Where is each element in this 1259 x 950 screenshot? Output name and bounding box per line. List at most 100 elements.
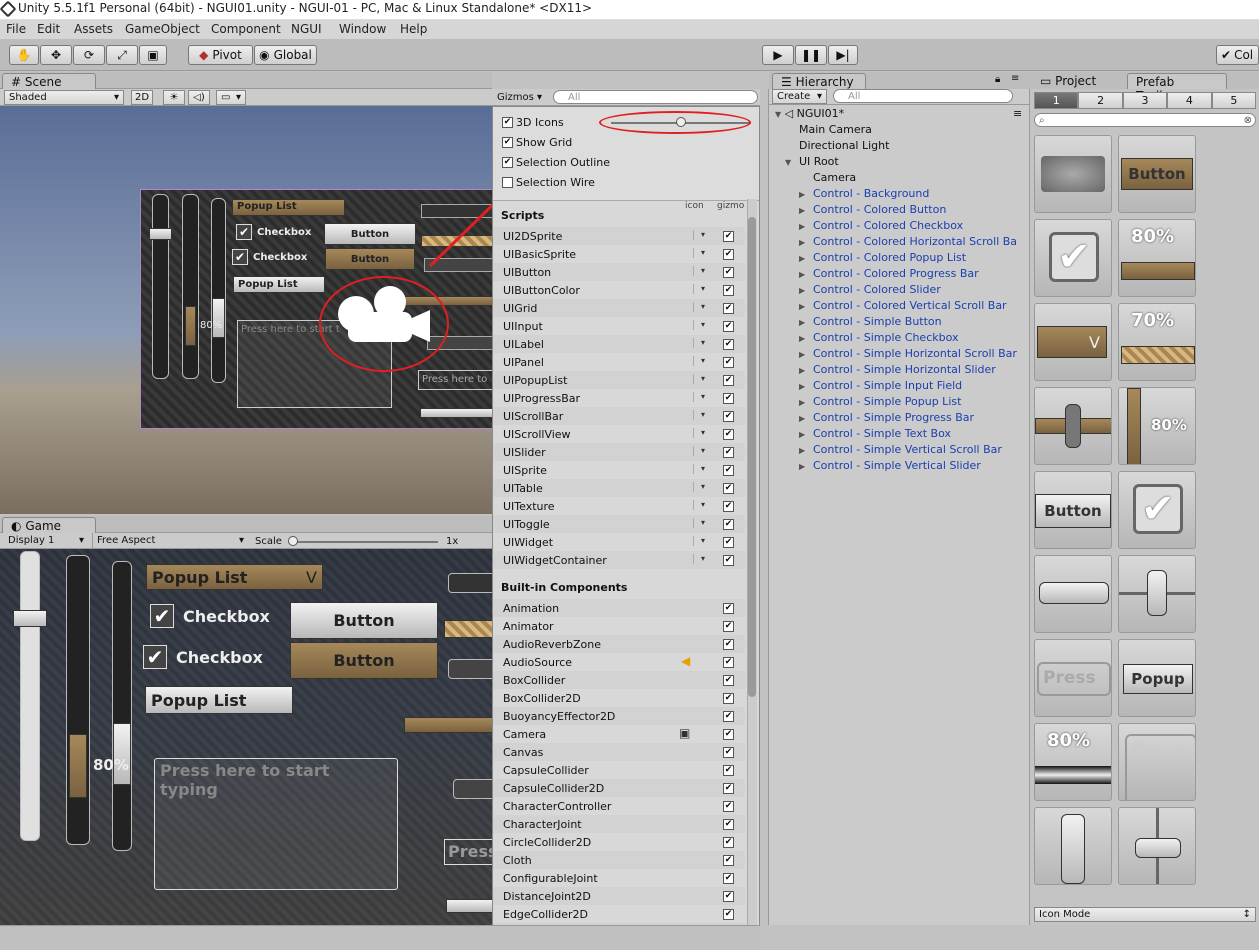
gizmo-builtin-row[interactable]: CircleCollider2D ✔ xyxy=(493,833,745,851)
icon-dropdown-arrow-icon[interactable]: ▾ xyxy=(701,392,705,401)
scene-slider-2-thumb[interactable] xyxy=(212,298,225,338)
scene-slider-1-thumb[interactable] xyxy=(149,228,172,240)
gizmo-checkbox[interactable]: ✔ xyxy=(723,465,734,476)
gizmo-builtin-row[interactable]: CapsuleCollider ✔ xyxy=(493,761,745,779)
scene-root-row[interactable]: ▼ ◁ NGUI01* ≡ xyxy=(775,107,1025,123)
icon-picker[interactable] xyxy=(693,428,701,438)
gizmo-script-row[interactable]: UIPanel ▾ ✔ xyxy=(493,353,745,371)
scene-button-1[interactable]: Button xyxy=(324,223,416,245)
expand-down-icon[interactable]: ▼ xyxy=(785,158,799,167)
checkbox-icon[interactable]: ✔ xyxy=(502,117,513,128)
gizmo-checkbox[interactable]: ✔ xyxy=(723,357,734,368)
checkbox-icon[interactable]: ✔ xyxy=(502,137,513,148)
tab-game[interactable]: ◐ Game xyxy=(2,517,96,533)
gizmo-builtin-row[interactable]: BoxCollider2D ✔ xyxy=(493,689,745,707)
expand-right-icon[interactable]: ▶ xyxy=(799,318,813,327)
rotate-tool-button[interactable]: ⟳ xyxy=(73,45,105,65)
prefab-tile[interactable]: Press xyxy=(1034,639,1112,717)
gizmo-builtin-row[interactable]: EdgeCollider2D ✔ xyxy=(493,905,745,923)
hierarchy-item[interactable]: ▶ Control - Colored Vertical Scroll Bar xyxy=(799,299,1007,315)
menu-assets[interactable]: Assets xyxy=(74,22,113,36)
gizmo-builtin-row[interactable]: Canvas ✔ xyxy=(493,743,745,761)
expand-right-icon[interactable]: ▶ xyxy=(799,446,813,455)
icon-picker[interactable] xyxy=(693,410,701,420)
gizmo-checkbox[interactable]: ✔ xyxy=(723,675,734,686)
icon-picker[interactable] xyxy=(693,320,701,330)
gizmo-checkbox[interactable]: ✔ xyxy=(723,765,734,776)
icon-dropdown-arrow-icon[interactable]: ▾ xyxy=(701,230,705,239)
hierarchy-item[interactable]: ▶ Control - Simple Button xyxy=(799,315,942,331)
prefab-tile[interactable] xyxy=(1034,387,1112,465)
icon-picker[interactable] xyxy=(693,392,701,402)
game-button-1[interactable]: Button xyxy=(290,602,438,639)
panel-menu-icon[interactable]: ≡ xyxy=(1011,73,1019,84)
hierarchy-search-input[interactable]: All xyxy=(833,89,1013,103)
expand-right-icon[interactable]: ▶ xyxy=(799,206,813,215)
scene-view[interactable]: 80% Popup List ✔ Checkbox Button ✔ Check… xyxy=(0,106,492,514)
expand-right-icon[interactable]: ▶ xyxy=(799,334,813,343)
panel-menu-icon[interactable]: ≡ xyxy=(1013,107,1022,120)
icon-picker[interactable] xyxy=(693,302,701,312)
gizmo-builtin-row[interactable]: AudioSource ◀ ✔ xyxy=(493,653,745,671)
gizmo-script-row[interactable]: UIBasicSprite ▾ ✔ xyxy=(493,245,745,263)
gizmo-script-row[interactable]: UIInput ▾ ✔ xyxy=(493,317,745,335)
icon-picker[interactable] xyxy=(693,536,701,546)
icon-picker[interactable] xyxy=(693,284,701,294)
gizmo-checkbox[interactable]: ✔ xyxy=(723,285,734,296)
gizmo-checkbox[interactable]: ✔ xyxy=(723,909,734,920)
expand-right-icon[interactable]: ▶ xyxy=(799,382,813,391)
scene-checkbox-1-box[interactable]: ✔ xyxy=(236,224,252,240)
expand-right-icon[interactable]: ▶ xyxy=(799,462,813,471)
gizmo-builtin-row[interactable]: CharacterJoint ✔ xyxy=(493,815,745,833)
menu-gameobject[interactable]: GameObject xyxy=(125,22,200,36)
prefab-tile[interactable]: V xyxy=(1034,303,1112,381)
scale-tool-button[interactable]: ⤢ xyxy=(106,45,138,65)
gizmo-builtin-row[interactable]: BoxCollider ✔ xyxy=(493,671,745,689)
game-field-small[interactable] xyxy=(453,779,492,799)
option-selection-outline[interactable]: ✔ Selection Outline xyxy=(502,156,610,169)
scene-search-input[interactable]: All xyxy=(553,90,758,104)
hierarchy-item[interactable]: Main Camera xyxy=(785,123,872,139)
play-button[interactable]: ▶ xyxy=(762,45,794,65)
hierarchy-item[interactable]: ▶ Control - Simple Text Box xyxy=(799,427,951,443)
game-scrollbar[interactable] xyxy=(66,555,90,845)
icon-dropdown-arrow-icon[interactable]: ▾ xyxy=(701,518,705,527)
gizmo-checkbox[interactable]: ✔ xyxy=(723,837,734,848)
icon-picker[interactable] xyxy=(693,518,701,528)
gizmo-builtin-row[interactable]: CapsuleCollider2D ✔ xyxy=(493,779,745,797)
icon-dropdown-arrow-icon[interactable]: ▾ xyxy=(701,356,705,365)
collab-button[interactable]: ✔ Col xyxy=(1216,45,1259,65)
gizmo-checkbox[interactable]: ✔ xyxy=(723,483,734,494)
gizmo-script-row[interactable]: UIWidgetContainer ▾ ✔ xyxy=(493,551,745,569)
game-button-2[interactable]: Button xyxy=(290,642,438,679)
icon-dropdown-arrow-icon[interactable]: ▾ xyxy=(701,320,705,329)
gizmo-checkbox[interactable]: ✔ xyxy=(723,657,734,668)
expand-right-icon[interactable]: ▶ xyxy=(799,238,813,247)
gizmo-checkbox[interactable]: ✔ xyxy=(723,339,734,350)
gizmo-script-row[interactable]: UIGrid ▾ ✔ xyxy=(493,299,745,317)
prefab-tile[interactable]: 80% xyxy=(1118,219,1196,297)
checkbox-icon[interactable] xyxy=(502,177,513,188)
expand-right-icon[interactable]: ▶ xyxy=(799,190,813,199)
expand-down-icon[interactable]: ▼ xyxy=(775,110,781,119)
mode-2d-toggle[interactable]: 2D xyxy=(131,90,153,105)
gizmo-checkbox[interactable]: ✔ xyxy=(723,393,734,404)
icon-picker[interactable] xyxy=(693,500,701,510)
page-tab-2[interactable]: 2 xyxy=(1078,92,1123,109)
create-dropdown[interactable]: Create ▾ xyxy=(772,89,827,104)
shading-dropdown[interactable]: Shaded ▾ xyxy=(4,90,124,105)
icon-dropdown-arrow-icon[interactable]: ▾ xyxy=(701,500,705,509)
gizmo-checkbox[interactable]: ✔ xyxy=(723,855,734,866)
camera-icon[interactable]: ▣ xyxy=(679,726,690,740)
gizmo-checkbox[interactable]: ✔ xyxy=(723,411,734,422)
scene-popup-top[interactable]: Popup List xyxy=(232,199,345,216)
expand-right-icon[interactable]: ▶ xyxy=(799,302,813,311)
icon-dropdown-arrow-icon[interactable]: ▾ xyxy=(701,482,705,491)
scene-popup-bottom[interactable]: Popup List xyxy=(233,276,325,293)
page-tab-4[interactable]: 4 xyxy=(1167,92,1212,109)
gizmo-checkbox[interactable]: ✔ xyxy=(723,693,734,704)
prefab-tile[interactable]: Popup xyxy=(1118,639,1196,717)
game-checkbox-2-box[interactable]: ✔ xyxy=(143,645,167,669)
gizmo-builtin-row[interactable]: Cloth ✔ xyxy=(493,851,745,869)
gizmo-checkbox[interactable]: ✔ xyxy=(723,249,734,260)
